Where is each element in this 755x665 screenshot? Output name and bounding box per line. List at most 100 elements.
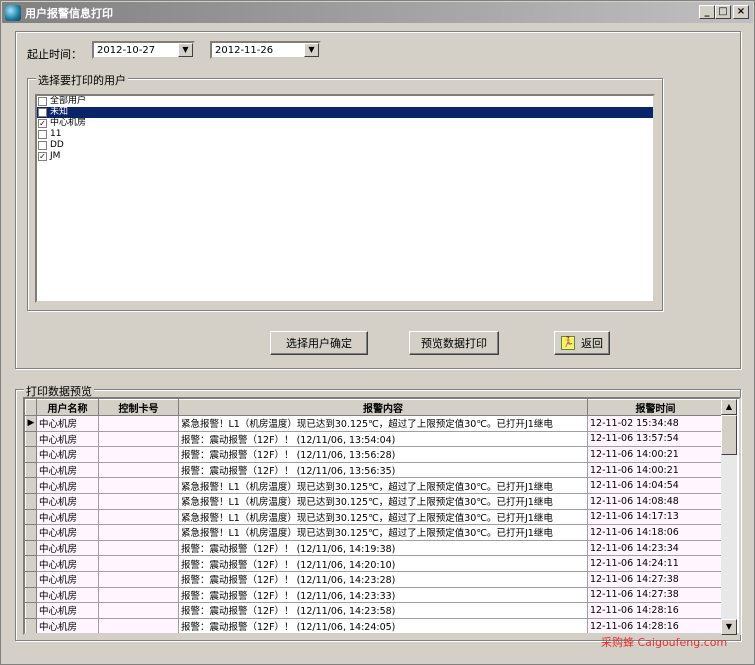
start-date-dropdown-icon[interactable]: ▼ bbox=[178, 43, 193, 57]
row-indicator[interactable]: ▶ bbox=[25, 415, 37, 432]
table-row[interactable]: 中心机房 报警：震动报警（12F）！ (12/11/06, 13:54:04) 12… bbox=[25, 430, 724, 448]
table-row[interactable]: 中心机房 紧急报警！L1（机房温度）现已达到30.125℃，超过了上限预定值30℃… bbox=[25, 477, 724, 494]
user-list-item[interactable]: ✓ JM bbox=[37, 151, 653, 162]
cell-user-name[interactable]: 中心机房 bbox=[36, 618, 99, 633]
row-indicator[interactable] bbox=[25, 570, 37, 588]
cell-alarm-time[interactable]: 12-11-06 14:27:38 bbox=[587, 571, 724, 588]
cell-user-name[interactable]: 中心机房 bbox=[36, 587, 99, 604]
minimize-button[interactable]: _ bbox=[699, 5, 715, 19]
scroll-up-icon[interactable]: ▲ bbox=[721, 399, 737, 415]
user-list-item[interactable]: DD bbox=[37, 140, 653, 151]
cell-alarm-time[interactable]: 12-11-06 14:00:21 bbox=[587, 462, 724, 479]
cell-alarm-content[interactable]: 报警：震动报警（12F）！ (12/11/06, 14:23:28) bbox=[178, 571, 588, 588]
user-checkbox[interactable] bbox=[38, 130, 47, 139]
user-list-item[interactable]: ✓ 中心机房 bbox=[37, 118, 653, 129]
cell-alarm-content[interactable]: 紧急报警！L1（机房温度）现已达到30.125℃，超过了上限预定值30℃。已打开… bbox=[178, 415, 588, 432]
cell-card-no[interactable] bbox=[98, 540, 179, 557]
cell-alarm-time[interactable]: 12-11-06 14:27:38 bbox=[587, 587, 724, 604]
user-checkbox[interactable] bbox=[38, 108, 47, 117]
cell-user-name[interactable]: 中心机房 bbox=[36, 415, 99, 432]
table-row[interactable]: 中心机房 报警：震动报警（12F）！ (12/11/06, 14:24:05) 12… bbox=[25, 617, 724, 633]
start-date-combo[interactable]: 2012-10-27 ▼ bbox=[92, 41, 195, 59]
cell-alarm-time[interactable]: 12-11-06 14:08:48 bbox=[587, 493, 724, 510]
header-card-no[interactable]: 控制卡号 bbox=[98, 399, 179, 416]
scroll-down-icon[interactable]: ▼ bbox=[721, 619, 737, 635]
cell-card-no[interactable] bbox=[98, 493, 179, 510]
table-row[interactable]: 中心机房 报警：震动报警（12F）！ (12/11/06, 14:23:58) 12… bbox=[25, 602, 724, 619]
table-row[interactable]: ▶ 中心机房 紧急报警！L1（机房温度）现已达到30.125℃，超过了上限预定值30… bbox=[25, 415, 724, 432]
row-indicator[interactable] bbox=[25, 430, 37, 448]
cell-user-name[interactable]: 中心机房 bbox=[36, 462, 99, 479]
cell-alarm-time[interactable]: 12-11-06 14:18:06 bbox=[587, 524, 724, 541]
cell-alarm-content[interactable]: 紧急报警！L1（机房温度）现已达到30.125℃，超过了上限预定值30℃。已打开… bbox=[178, 509, 588, 526]
table-row[interactable]: 中心机房 报警：震动报警（12F）！ (12/11/06, 14:19:38) 12… bbox=[25, 539, 724, 557]
row-indicator[interactable] bbox=[25, 508, 37, 526]
table-row[interactable]: 中心机房 报警：震动报警（12F）！ (12/11/06, 13:56:35) 12… bbox=[25, 461, 724, 479]
cell-alarm-time[interactable]: 12-11-06 13:57:54 bbox=[587, 431, 724, 448]
preview-print-button[interactable]: 预览数据打印 bbox=[409, 331, 499, 355]
header-alarm-time[interactable]: 报警时间 bbox=[587, 399, 724, 416]
cell-alarm-time[interactable]: 12-11-06 14:28:16 bbox=[587, 618, 724, 633]
cell-user-name[interactable]: 中心机房 bbox=[36, 540, 99, 557]
cell-user-name[interactable]: 中心机房 bbox=[36, 446, 99, 463]
confirm-user-button[interactable]: 选择用户确定 bbox=[270, 331, 368, 355]
cell-user-name[interactable]: 中心机房 bbox=[36, 509, 99, 526]
header-alarm-content[interactable]: 报警内容 bbox=[178, 399, 588, 416]
row-indicator[interactable] bbox=[25, 602, 37, 619]
cell-card-no[interactable] bbox=[98, 524, 179, 541]
cell-card-no[interactable] bbox=[98, 446, 179, 463]
cell-card-no[interactable] bbox=[98, 415, 179, 432]
cell-alarm-time[interactable]: 12-11-06 14:04:54 bbox=[587, 477, 724, 494]
user-checkbox[interactable]: ✓ bbox=[38, 119, 47, 128]
cell-alarm-content[interactable]: 紧急报警！L1（机房温度）现已达到30.125℃，超过了上限预定值30℃。已打开… bbox=[178, 477, 588, 494]
table-row[interactable]: 中心机房 报警：震动报警（12F）！ (12/11/06, 14:20:10) 12… bbox=[25, 555, 724, 572]
table-row[interactable]: 中心机房 报警：震动报警（12F）！ (12/11/06, 14:23:33) 12… bbox=[25, 586, 724, 604]
title-bar[interactable]: 用户报警信息打印 _ □ × bbox=[2, 2, 753, 23]
cell-alarm-content[interactable]: 报警：震动报警（12F）！ (12/11/06, 14:23:33) bbox=[178, 587, 588, 604]
cell-user-name[interactable]: 中心机房 bbox=[36, 477, 99, 494]
cell-alarm-time[interactable]: 12-11-06 14:23:34 bbox=[587, 540, 724, 557]
cell-card-no[interactable] bbox=[98, 555, 179, 572]
cell-alarm-time[interactable]: 12-11-06 14:28:16 bbox=[587, 602, 724, 619]
cell-card-no[interactable] bbox=[98, 571, 179, 588]
cell-alarm-content[interactable]: 报警：震动报警（12F）！ (12/11/06, 14:19:38) bbox=[178, 540, 588, 557]
cell-card-no[interactable] bbox=[98, 618, 179, 633]
row-indicator[interactable] bbox=[25, 461, 37, 479]
user-checkbox[interactable] bbox=[38, 141, 47, 150]
cell-user-name[interactable]: 中心机房 bbox=[36, 555, 99, 572]
row-indicator[interactable] bbox=[25, 446, 37, 463]
close-button[interactable]: × bbox=[733, 5, 749, 19]
cell-user-name[interactable]: 中心机房 bbox=[36, 602, 99, 619]
cell-alarm-time[interactable]: 12-11-06 14:17:13 bbox=[587, 509, 724, 526]
end-date-dropdown-icon[interactable]: ▼ bbox=[304, 43, 319, 57]
cell-card-no[interactable] bbox=[98, 602, 179, 619]
row-indicator[interactable] bbox=[25, 524, 37, 541]
preview-scrollbar[interactable]: ▲ ▼ bbox=[721, 399, 737, 635]
end-date-combo[interactable]: 2012-11-26 ▼ bbox=[210, 41, 321, 59]
cell-alarm-content[interactable]: 报警：震动报警（12F）！ (12/11/06, 14:20:10) bbox=[178, 555, 588, 572]
user-checkbox[interactable] bbox=[38, 97, 47, 106]
cell-alarm-time[interactable]: 12-11-06 14:00:21 bbox=[587, 446, 724, 463]
user-checklist[interactable]: 全部用户 未知 ✓ 中心机房 11 DD ✓ JM bbox=[35, 94, 655, 303]
cell-alarm-content[interactable]: 紧急报警！L1（机房温度）现已达到30.125℃，超过了上限预定值30℃。已打开… bbox=[178, 493, 588, 510]
table-row[interactable]: 中心机房 紧急报警！L1（机房温度）现已达到30.125℃，超过了上限预定值30℃… bbox=[25, 508, 724, 526]
cell-alarm-content[interactable]: 报警：震动报警（12F）！ (12/11/06, 14:24:05) bbox=[178, 618, 588, 633]
row-indicator[interactable] bbox=[25, 555, 37, 572]
cell-alarm-content[interactable]: 紧急报警！L1（机房温度）现已达到30.125℃，超过了上限预定值30℃。已打开… bbox=[178, 524, 588, 541]
row-indicator[interactable] bbox=[25, 617, 37, 633]
cell-card-no[interactable] bbox=[98, 462, 179, 479]
cell-user-name[interactable]: 中心机房 bbox=[36, 431, 99, 448]
row-indicator[interactable] bbox=[25, 539, 37, 557]
back-button[interactable]: 🏃 返回 bbox=[554, 331, 610, 355]
cell-card-no[interactable] bbox=[98, 509, 179, 526]
cell-card-no[interactable] bbox=[98, 477, 179, 494]
cell-alarm-time[interactable]: 12-11-06 14:24:11 bbox=[587, 555, 724, 572]
cell-user-name[interactable]: 中心机房 bbox=[36, 493, 99, 510]
user-list-item[interactable]: 11 bbox=[37, 129, 653, 140]
maximize-button[interactable]: □ bbox=[715, 5, 731, 19]
cell-card-no[interactable] bbox=[98, 431, 179, 448]
scroll-thumb[interactable] bbox=[721, 415, 737, 455]
cell-alarm-time[interactable]: 12-11-02 15:34:48 bbox=[587, 415, 724, 432]
user-list-item[interactable]: 未知 bbox=[37, 107, 653, 118]
user-list-item[interactable]: 全部用户 bbox=[37, 96, 653, 107]
